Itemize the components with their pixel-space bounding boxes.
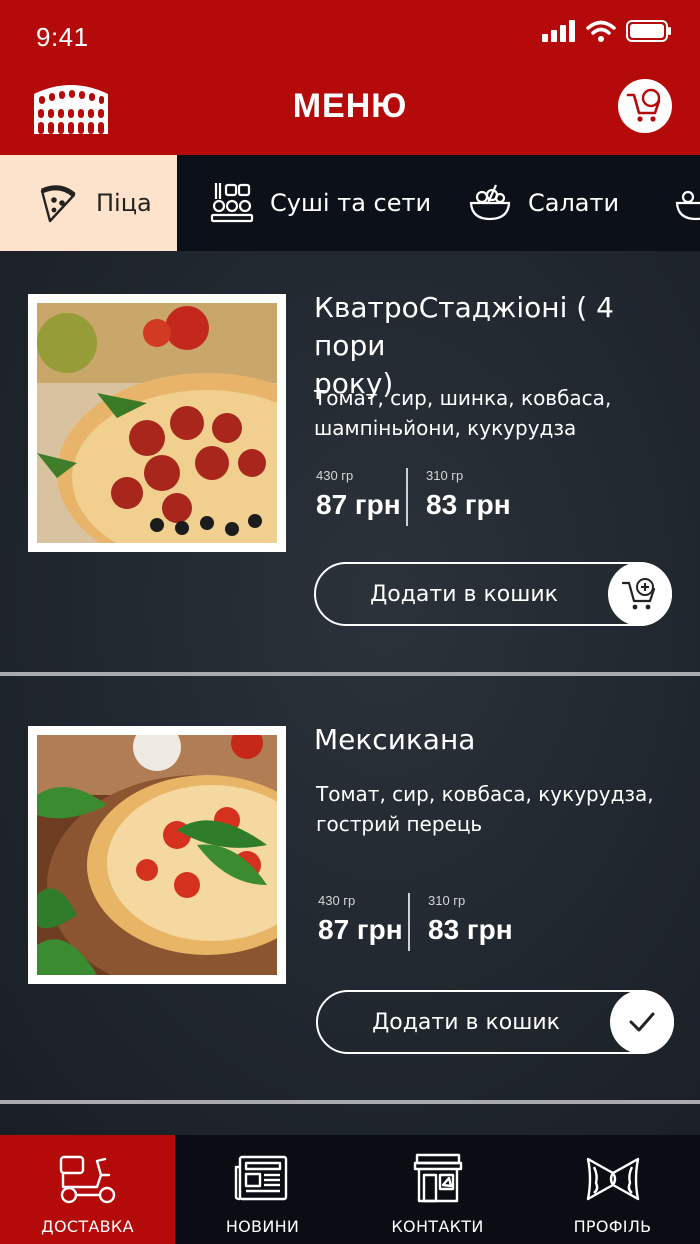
tab-more[interactable] bbox=[674, 155, 700, 251]
nav-contacts[interactable]: КОНТАКТИ bbox=[350, 1135, 525, 1244]
bottom-nav: ДОСТАВКА НОВИНИ КОНТАКТИ ПРОФІЛЬ bbox=[0, 1135, 700, 1244]
scooter-icon bbox=[59, 1155, 115, 1204]
nav-profile[interactable]: ПРОФІЛЬ bbox=[525, 1135, 700, 1244]
salad-bowl-icon bbox=[469, 184, 511, 221]
category-tabs: Піца Суші та сети Салати bbox=[0, 155, 700, 251]
cart-button[interactable] bbox=[618, 79, 672, 133]
nav-label: КОНТАКТИ bbox=[391, 1217, 484, 1236]
price-block: 430 гр 87 грн 310 гр 83 грн bbox=[316, 468, 556, 532]
add-to-cart-button[interactable]: Додати в кошик bbox=[314, 562, 672, 626]
nav-label: НОВИНИ bbox=[225, 1217, 300, 1236]
cart-icon bbox=[626, 88, 661, 122]
item-desc-line: Томат, сир, шинка, ковбаса, bbox=[314, 386, 612, 410]
weight-label: 430 гр bbox=[318, 893, 356, 908]
weight-label: 430 гр bbox=[316, 468, 354, 483]
price-divider bbox=[406, 468, 408, 526]
page-title: МЕНЮ bbox=[292, 87, 408, 125]
battery-icon bbox=[626, 20, 671, 42]
add-to-cart-button[interactable]: Додати в кошик bbox=[316, 990, 674, 1054]
price-label: 87 грн bbox=[318, 914, 403, 945]
newspaper-icon bbox=[234, 1155, 287, 1201]
weight-label: 310 гр bbox=[428, 893, 466, 908]
size-option[interactable]: 430 гр 87 грн bbox=[318, 893, 403, 946]
item-desc-line: Томат, сир, ковбаса, кукурудза, bbox=[316, 782, 654, 806]
item-desc-line: шампіньйони, кукурудза bbox=[314, 416, 577, 440]
pasta-bow-icon bbox=[586, 1157, 639, 1201]
tab-label: Салати bbox=[528, 189, 620, 217]
item-name-line: КватроСтаджіоні ( 4 пори bbox=[314, 291, 614, 362]
pizza-photo[interactable] bbox=[28, 723, 347, 995]
salad-bowl-icon bbox=[675, 190, 700, 221]
nav-delivery[interactable]: ДОСТАВКА bbox=[0, 1135, 175, 1244]
pizza-photo[interactable] bbox=[28, 294, 357, 573]
item-desc-line: гострий перець bbox=[316, 812, 483, 836]
item-divider bbox=[0, 1100, 700, 1104]
add-to-cart-icon bbox=[608, 562, 672, 626]
price-label: 83 грн bbox=[426, 489, 511, 520]
nav-label: ДОСТАВКА bbox=[41, 1217, 134, 1236]
status-icons bbox=[542, 18, 672, 44]
weight-label: 310 гр bbox=[426, 468, 464, 483]
top-bar: 9:41 МЕНЮ bbox=[0, 0, 700, 155]
tab-sushi[interactable]: Суші та сети bbox=[210, 155, 431, 251]
wifi-icon bbox=[586, 20, 616, 42]
pizza-slice-icon bbox=[40, 185, 76, 223]
nav-label: ПРОФІЛЬ bbox=[573, 1217, 652, 1236]
menu-item: Мексикана Томат, сир, ковбаса, кукурудза… bbox=[0, 679, 700, 1105]
tab-salads[interactable]: Салати bbox=[468, 155, 619, 251]
pizza-image bbox=[37, 723, 347, 995]
signal-icon bbox=[542, 20, 575, 42]
size-option[interactable]: 310 гр 83 грн bbox=[426, 468, 511, 521]
price-divider bbox=[408, 893, 410, 951]
sushi-icon bbox=[210, 183, 254, 223]
tab-pizza[interactable]: Піца bbox=[0, 155, 177, 251]
item-description: Томат, сир, шинка, ковбаса, шампіньйони,… bbox=[314, 383, 674, 443]
menu-item: КватроСтаджіоні ( 4 пори року) Томат, си… bbox=[0, 251, 700, 677]
tab-label: Суші та сети bbox=[270, 189, 432, 217]
menu-list: КватроСтаджіоні ( 4 пори року) Томат, си… bbox=[0, 251, 700, 1135]
price-block: 430 гр 87 грн 310 гр 83 грн bbox=[318, 893, 558, 957]
pizza-image bbox=[37, 303, 357, 573]
item-divider bbox=[0, 672, 700, 676]
price-label: 87 грн bbox=[316, 489, 401, 520]
status-time: 9:41 bbox=[36, 22, 89, 52]
item-description: Томат, сир, ковбаса, кукурудза, гострий … bbox=[316, 779, 676, 839]
size-option[interactable]: 430 гр 87 грн bbox=[316, 468, 401, 521]
check-icon bbox=[610, 990, 674, 1054]
price-label: 83 грн bbox=[428, 914, 513, 945]
item-name: Мексикана bbox=[314, 721, 684, 759]
item-name-line: Мексикана bbox=[314, 723, 476, 756]
nav-news[interactable]: НОВИНИ bbox=[175, 1135, 350, 1244]
size-option[interactable]: 310 гр 83 грн bbox=[428, 893, 513, 946]
tab-label: Піца bbox=[96, 189, 152, 217]
storefront-icon bbox=[413, 1153, 462, 1203]
